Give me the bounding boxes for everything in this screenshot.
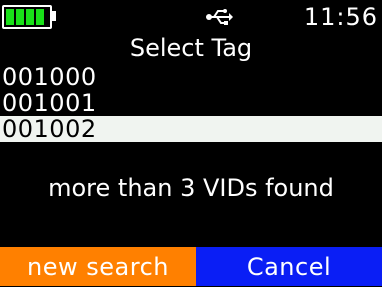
- battery-level: [6, 9, 44, 25]
- tag-item-001001[interactable]: 001001: [0, 90, 382, 116]
- screen-title: Select Tag: [129, 34, 253, 62]
- tag-item-001000[interactable]: 001000: [0, 64, 382, 90]
- battery-icon: [2, 5, 52, 29]
- new-search-button[interactable]: new search: [0, 247, 196, 286]
- battery-segment: [36, 9, 44, 25]
- cancel-button[interactable]: Cancel: [196, 247, 382, 286]
- tag-item-001002[interactable]: 001002: [0, 116, 382, 142]
- battery-segment: [6, 9, 14, 25]
- usb-icon: [206, 9, 233, 25]
- clock: 11:56: [303, 3, 378, 31]
- softkey-bar: new search Cancel: [0, 247, 382, 286]
- device-screen: 11:56 Select Tag 001000 001001 001002 mo…: [0, 0, 382, 286]
- battery-segment: [16, 9, 24, 25]
- tag-list: 001000 001001 001002: [0, 64, 382, 142]
- battery-segment: [26, 9, 34, 25]
- battery-tip: [52, 11, 56, 21]
- status-message: more than 3 VIDs found: [48, 174, 334, 202]
